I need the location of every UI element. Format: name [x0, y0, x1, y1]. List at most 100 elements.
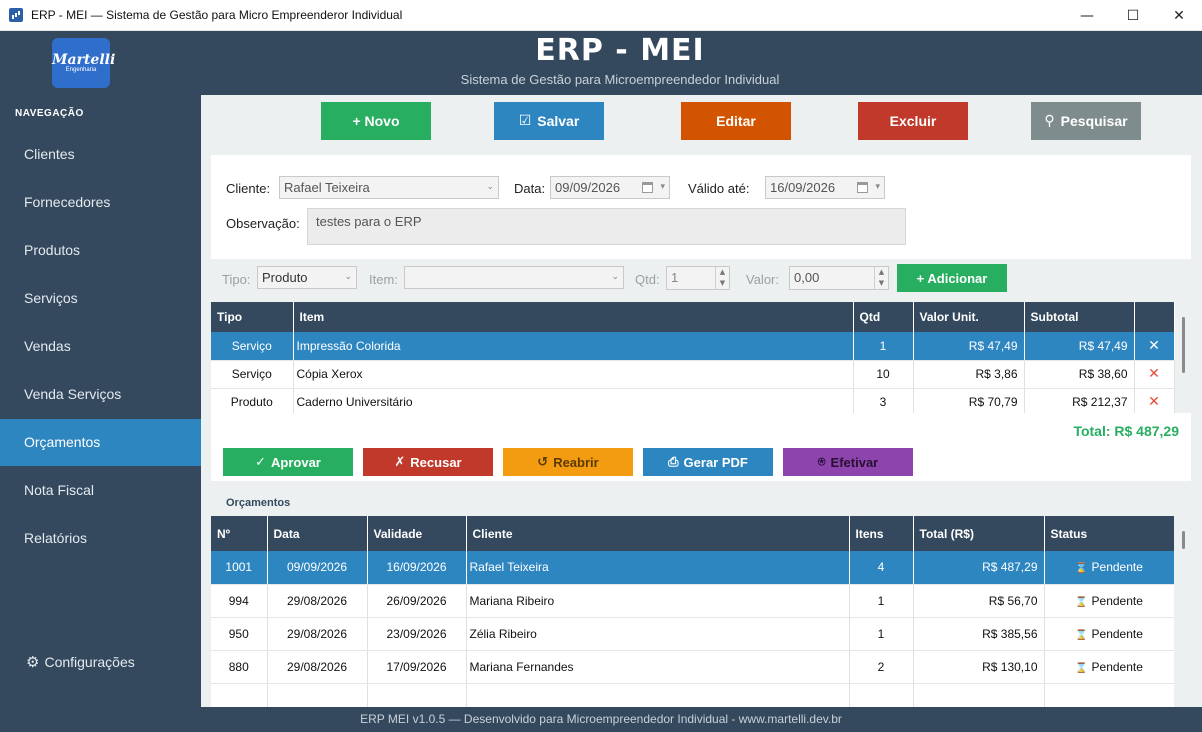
efetivar-label: Efetivar — [830, 454, 879, 470]
col-total[interactable]: Total (R$) — [913, 516, 1045, 551]
spin-arrows-icon[interactable]: ▲ ▼ — [715, 267, 729, 289]
item-entry-row: Tipo: Produto ⌄ Item: ⌄ Qtd: 1 ▲ ▼ Valor:… — [211, 261, 1191, 297]
reabrir-label: Reabrir — [553, 454, 599, 470]
refresh-icon: ↺ — [537, 454, 549, 470]
col-item[interactable]: Item — [293, 302, 854, 332]
item-label: Item: — [369, 272, 398, 287]
data-value: 09/09/2026 — [555, 180, 621, 195]
aprovar-button[interactable]: ✓ Aprovar — [223, 448, 353, 476]
hourglass-icon: ⌛ — [1075, 629, 1088, 641]
col-cliente[interactable]: Cliente — [466, 516, 850, 551]
main-content: + Novo ☑ Salvar Editar Excluir ⚲ Pesquis… — [201, 95, 1202, 707]
maximize-button[interactable]: ☐ — [1110, 0, 1156, 31]
chevron-down-icon: ⌄ — [611, 272, 619, 282]
table-row[interactable] — [211, 683, 1174, 707]
sidebar-item-relatorios[interactable]: Relatórios — [0, 515, 201, 562]
cell-subtotal: R$ 38,60 — [1024, 360, 1135, 389]
table-row[interactable]: Serviço Impressão Colorida 1 R$ 47,49 R$… — [211, 332, 1175, 361]
sidebar-item-clientes[interactable]: Clientes — [0, 131, 201, 178]
cell-empty — [466, 683, 850, 707]
qtd-stepper[interactable]: 1 ▲ ▼ — [666, 266, 730, 290]
sidebar-item-servicos[interactable]: Serviços — [0, 275, 201, 322]
cell-qtd: 3 — [853, 388, 914, 417]
observacao-field[interactable]: testes para o ERP — [307, 208, 906, 245]
table-row[interactable]: 994 29/08/2026 26/09/2026 Mariana Ribeir… — [211, 584, 1174, 618]
close-button[interactable]: ✕ — [1156, 0, 1202, 31]
orcamento-form: Cliente: Rafael Teixeira ⌄ Data: 09/09/2… — [211, 155, 1191, 259]
table-row[interactable]: Produto Caderno Universitário 3 R$ 70,79… — [211, 388, 1175, 417]
status-badge: ⌛ Pendente — [1044, 650, 1174, 684]
gear-icon: ⚙ — [26, 653, 40, 671]
nav-section-title: NAVEGAÇÃO — [15, 108, 84, 119]
col-valor-unit[interactable]: Valor Unit. — [913, 302, 1025, 332]
chevron-down-icon: ⌄ — [486, 182, 494, 192]
sidebar-item-produtos[interactable]: Produtos — [0, 227, 201, 274]
gerar-pdf-label: Gerar PDF — [683, 454, 748, 470]
calendar-icon — [642, 182, 653, 193]
sidebar-item-configuracoes[interactable]: ⚙ Configurações — [26, 653, 135, 671]
efetivar-button[interactable]: ⍟ Efetivar — [783, 448, 913, 476]
orcamentos-scrollbar[interactable] — [1182, 531, 1185, 549]
cell-numero: 950 — [211, 617, 268, 651]
table-row[interactable]: 1001 09/09/2026 16/09/2026 Rafael Teixei… — [211, 551, 1174, 585]
valido-label: Válido até: — [688, 181, 750, 196]
col-itens[interactable]: Itens — [849, 516, 914, 551]
sidebar-item-orcamentos[interactable]: Orçamentos — [0, 419, 201, 466]
cell-item: Cópia Xerox — [293, 360, 854, 389]
items-scrollbar[interactable] — [1182, 317, 1185, 373]
cell-empty — [913, 683, 1045, 707]
remove-icon[interactable]: ✕ — [1134, 360, 1175, 389]
cell-empty — [1044, 683, 1174, 707]
money-bag-icon: ⍟ — [817, 454, 826, 470]
valor-value: 0,00 — [794, 270, 820, 285]
valido-field[interactable]: 16/09/2026 ▾ — [765, 176, 885, 199]
cell-tipo: Serviço — [211, 332, 294, 361]
sidebar-item-venda-servicos[interactable]: Venda Serviços — [0, 371, 201, 418]
adicionar-button[interactable]: + Adicionar — [897, 264, 1007, 292]
pesquisar-button[interactable]: ⚲ Pesquisar — [1031, 102, 1141, 140]
table-row[interactable]: 950 29/08/2026 23/09/2026 Zélia Ribeiro … — [211, 617, 1174, 651]
col-data[interactable]: Data — [267, 516, 368, 551]
remove-icon[interactable]: ✕ — [1134, 388, 1175, 417]
sidebar-item-fornecedores[interactable]: Fornecedores — [0, 179, 201, 226]
recusar-button[interactable]: ✗ Recusar — [363, 448, 493, 476]
col-tipo[interactable]: Tipo — [211, 302, 294, 332]
novo-button[interactable]: + Novo — [321, 102, 431, 140]
data-label: Data: — [514, 181, 546, 196]
data-field[interactable]: 09/09/2026 ▾ — [550, 176, 670, 199]
app-header: Martelli Engenharia ERP - MEI Sistema de… — [0, 31, 1202, 95]
salvar-button[interactable]: ☑ Salvar — [494, 102, 604, 140]
table-row[interactable]: Serviço Cópia Xerox 10 R$ 3,86 R$ 38,60 … — [211, 360, 1175, 389]
reabrir-button[interactable]: ↺ Reabrir — [503, 448, 633, 476]
col-numero[interactable]: Nº — [211, 516, 268, 551]
config-label: Configurações — [44, 654, 135, 670]
recusar-label: Recusar — [410, 454, 462, 470]
cell-cliente: Mariana Fernandes — [466, 650, 850, 684]
table-row[interactable]: 880 29/08/2026 17/09/2026 Mariana Fernan… — [211, 650, 1174, 684]
item-select[interactable]: ⌄ — [404, 266, 624, 289]
gerar-pdf-button[interactable]: ⎙ Gerar PDF — [643, 448, 773, 476]
salvar-label: Salvar — [537, 113, 580, 129]
sidebar-item-vendas[interactable]: Vendas — [0, 323, 201, 370]
editar-button[interactable]: Editar — [681, 102, 791, 140]
cell-total: R$ 56,70 — [913, 584, 1045, 618]
col-validade[interactable]: Validade — [367, 516, 467, 551]
check-icon: ✓ — [255, 454, 267, 470]
excluir-button[interactable]: Excluir — [858, 102, 968, 140]
tipo-select[interactable]: Produto ⌄ — [257, 266, 357, 289]
sidebar-item-nota-fiscal[interactable]: Nota Fiscal — [0, 467, 201, 514]
cell-tipo: Produto — [211, 388, 294, 417]
cell-validade: 16/09/2026 — [367, 551, 467, 585]
col-qtd[interactable]: Qtd — [853, 302, 914, 332]
spin-arrows-icon[interactable]: ▲ ▼ — [874, 267, 888, 289]
cliente-select[interactable]: Rafael Teixeira ⌄ — [279, 176, 499, 199]
remove-icon[interactable]: ✕ — [1134, 332, 1175, 361]
valor-stepper[interactable]: 0,00 ▲ ▼ — [789, 266, 889, 290]
col-subtotal[interactable]: Subtotal — [1024, 302, 1135, 332]
search-icon: ⚲ — [1044, 113, 1055, 129]
chevron-down-icon: ▾ — [660, 182, 665, 192]
hourglass-icon: ⌛ — [1075, 662, 1088, 674]
col-status[interactable]: Status — [1044, 516, 1174, 551]
cell-numero: 880 — [211, 650, 268, 684]
minimize-button[interactable]: — — [1064, 0, 1110, 31]
